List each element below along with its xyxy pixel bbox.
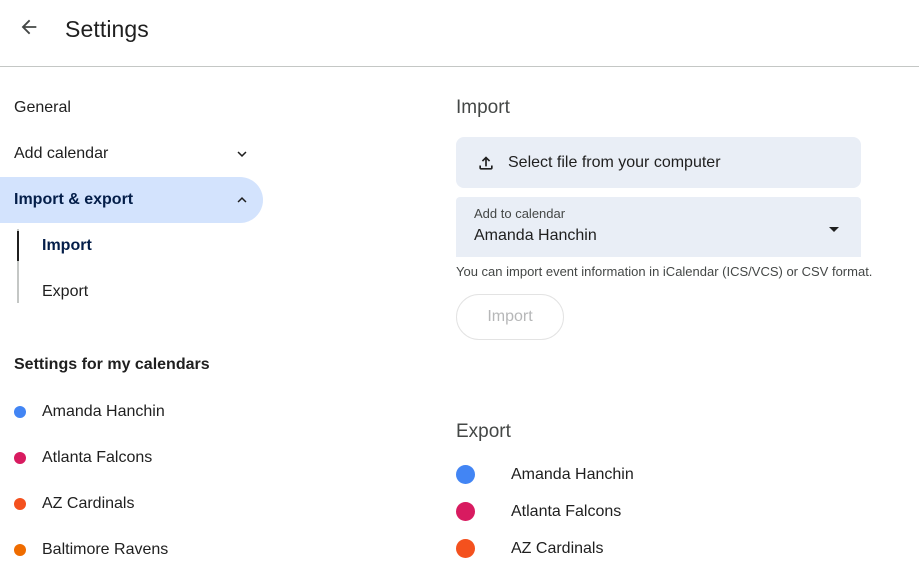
sidebar-calendar-item[interactable]: Baltimore Ravens (14, 527, 264, 573)
calendar-color-dot (456, 539, 475, 558)
select-file-button[interactable]: Select file from your computer (456, 137, 861, 188)
page-title: Settings (65, 16, 149, 42)
select-file-label: Select file from your computer (508, 153, 721, 171)
calendar-color-dot (14, 498, 26, 510)
calendar-name: Amanda Hanchin (511, 465, 634, 483)
sidebar-item-label: Import & export (14, 191, 134, 208)
sidebar-item-label: Add calendar (14, 145, 109, 162)
calendar-color-dot (14, 544, 26, 556)
sidebar-calendar-item[interactable]: Atlanta Falcons (14, 435, 264, 481)
sidebar-subitem-label: Import (42, 237, 92, 254)
import-heading: Import (456, 97, 510, 118)
chevron-up-icon (233, 191, 251, 209)
add-to-calendar-label: Add to calendar (474, 206, 566, 221)
calendar-name: Amanda Hanchin (42, 403, 165, 420)
calendar-name: Baltimore Ravens (42, 541, 169, 558)
calendar-name: AZ Cardinals (511, 539, 604, 557)
upload-icon (476, 153, 496, 173)
subnav-rail (17, 229, 19, 303)
import-export-panel: Import Select file from your computer Ad… (456, 67, 919, 559)
app-header: Settings (0, 0, 919, 67)
sidebar-subitem-export[interactable]: Export (42, 269, 88, 315)
export-calendar-item[interactable]: AZ Cardinals (456, 530, 856, 567)
add-to-calendar-select[interactable]: Add to calendar Amanda Hanchin (456, 197, 861, 257)
dropdown-arrow-icon (827, 222, 841, 240)
import-help-text: You can import event information in iCal… (456, 264, 873, 279)
sidebar-calendar-item[interactable]: AZ Cardinals (14, 481, 264, 527)
arrow-back-icon (18, 16, 40, 43)
sidebar-calendar-item[interactable]: Amanda Hanchin (14, 389, 264, 435)
export-heading: Export (456, 421, 511, 442)
subnav-active-indicator (17, 231, 19, 261)
export-calendar-item[interactable]: Amanda Hanchin (456, 456, 856, 493)
calendar-name: Atlanta Falcons (42, 449, 153, 466)
calendar-color-dot (14, 406, 26, 418)
sidebar-subitem-label: Export (42, 283, 89, 300)
export-calendar-item[interactable]: Atlanta Falcons (456, 493, 856, 530)
calendar-name: AZ Cardinals (42, 495, 135, 512)
sidebar-subitem-import[interactable]: Import (42, 223, 92, 269)
calendar-name: Atlanta Falcons (511, 502, 622, 520)
chevron-down-icon (233, 145, 251, 163)
settings-sidebar: General Add calendar Import & export Imp… (0, 67, 270, 559)
back-button[interactable] (10, 10, 48, 48)
add-to-calendar-value: Amanda Hanchin (474, 227, 597, 244)
sidebar-item-import-export[interactable]: Import & export (0, 177, 263, 223)
import-button[interactable]: Import (456, 294, 564, 340)
calendar-color-dot (14, 452, 26, 464)
calendar-color-dot (456, 502, 475, 521)
sidebar-item-general[interactable]: General (0, 85, 263, 131)
sidebar-item-label: General (14, 99, 71, 116)
my-calendars-heading: Settings for my calendars (14, 356, 210, 373)
calendar-color-dot (456, 465, 475, 484)
sidebar-item-add-calendar[interactable]: Add calendar (0, 131, 263, 177)
